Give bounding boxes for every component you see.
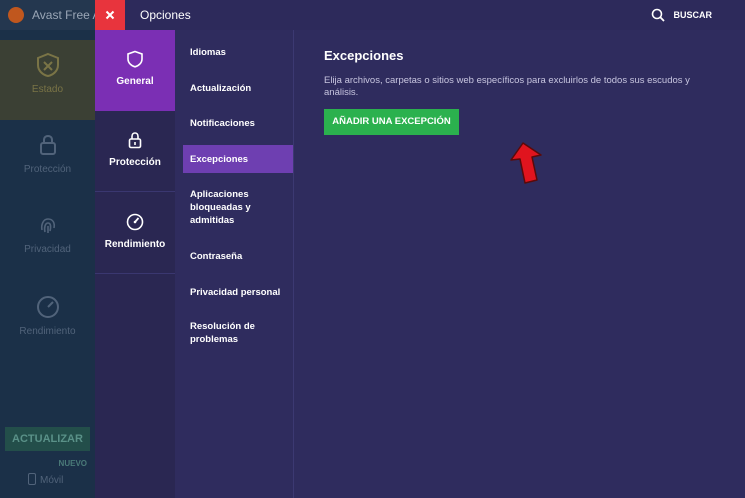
submenu-column: Idiomas Actualización Notificaciones Exc… bbox=[175, 30, 294, 498]
bg-mobile-label: Móvil bbox=[40, 475, 64, 486]
search-label: BUSCAR bbox=[673, 10, 712, 20]
options-title-bar: Opciones BUSCAR bbox=[95, 0, 745, 30]
shield-x-icon bbox=[36, 52, 59, 78]
submenu-item-contrasena[interactable]: Contraseña bbox=[183, 248, 293, 264]
background-app-sidebar: Avast Free A Estado Protección Privacida… bbox=[0, 0, 95, 498]
category-label: Protección bbox=[109, 157, 161, 168]
category-general[interactable]: General bbox=[95, 30, 175, 111]
bg-nav-item-protection: Protección bbox=[0, 120, 95, 200]
category-protection[interactable]: Protección bbox=[95, 111, 175, 192]
submenu-item-excepciones[interactable]: Excepciones bbox=[183, 145, 293, 173]
bg-nav-label: Privacidad bbox=[24, 244, 71, 255]
page-description: Elija archivos, carpetas o sitios web es… bbox=[324, 75, 690, 98]
lock-icon bbox=[128, 132, 142, 149]
bg-new-badge: NUEVO bbox=[58, 459, 87, 468]
bg-mobile-item: Móvil bbox=[28, 473, 63, 486]
submenu-item-resolucion[interactable]: Resolución de problemas bbox=[183, 319, 263, 347]
bg-nav-item-performance: Rendimiento bbox=[0, 282, 95, 362]
bg-nav-label: Protección bbox=[23, 164, 72, 175]
options-title: Opciones bbox=[140, 8, 191, 22]
category-label: General bbox=[116, 76, 154, 87]
content-panel: Excepciones Elija archivos, carpetas o s… bbox=[324, 48, 724, 135]
page-title: Excepciones bbox=[324, 48, 404, 63]
bg-nav-label: Estado bbox=[31, 84, 64, 95]
options-window: Opciones BUSCAR General Protección Rendi… bbox=[95, 0, 745, 498]
category-column: General Protección Rendimiento bbox=[95, 30, 175, 498]
fingerprint-icon bbox=[40, 218, 55, 233]
submenu-item-notificaciones[interactable]: Notificaciones bbox=[183, 115, 293, 131]
submenu-item-privacidad-personal[interactable]: Privacidad personal bbox=[183, 284, 293, 300]
close-button[interactable] bbox=[95, 0, 125, 30]
shield-icon bbox=[127, 50, 143, 68]
submenu-item-aplicaciones[interactable]: Aplicaciones bloqueadas y admitidas bbox=[183, 187, 273, 227]
annotation-arrow-icon bbox=[510, 142, 542, 184]
search-icon bbox=[652, 8, 666, 22]
bg-nav-item-status: Estado bbox=[0, 40, 95, 120]
submenu-item-actualizacion[interactable]: Actualización bbox=[183, 80, 293, 96]
submenu-item-idiomas[interactable]: Idiomas bbox=[183, 44, 293, 60]
add-exception-button[interactable]: AÑADIR UNA EXCEPCIÓN bbox=[324, 109, 459, 135]
speedometer-icon bbox=[126, 213, 144, 231]
bg-update-button: ACTUALIZAR bbox=[5, 427, 90, 451]
bg-nav-item-privacy: Privacidad bbox=[0, 200, 95, 280]
category-performance[interactable]: Rendimiento bbox=[95, 193, 175, 274]
bg-nav-label: Rendimiento bbox=[19, 326, 76, 337]
category-label: Rendimiento bbox=[104, 239, 166, 250]
close-icon bbox=[105, 10, 115, 20]
avast-logo-icon bbox=[8, 7, 24, 23]
speedometer-icon bbox=[36, 296, 59, 318]
search-button[interactable]: BUSCAR bbox=[651, 0, 712, 30]
phone-icon bbox=[28, 473, 36, 485]
lock-icon bbox=[39, 134, 56, 155]
